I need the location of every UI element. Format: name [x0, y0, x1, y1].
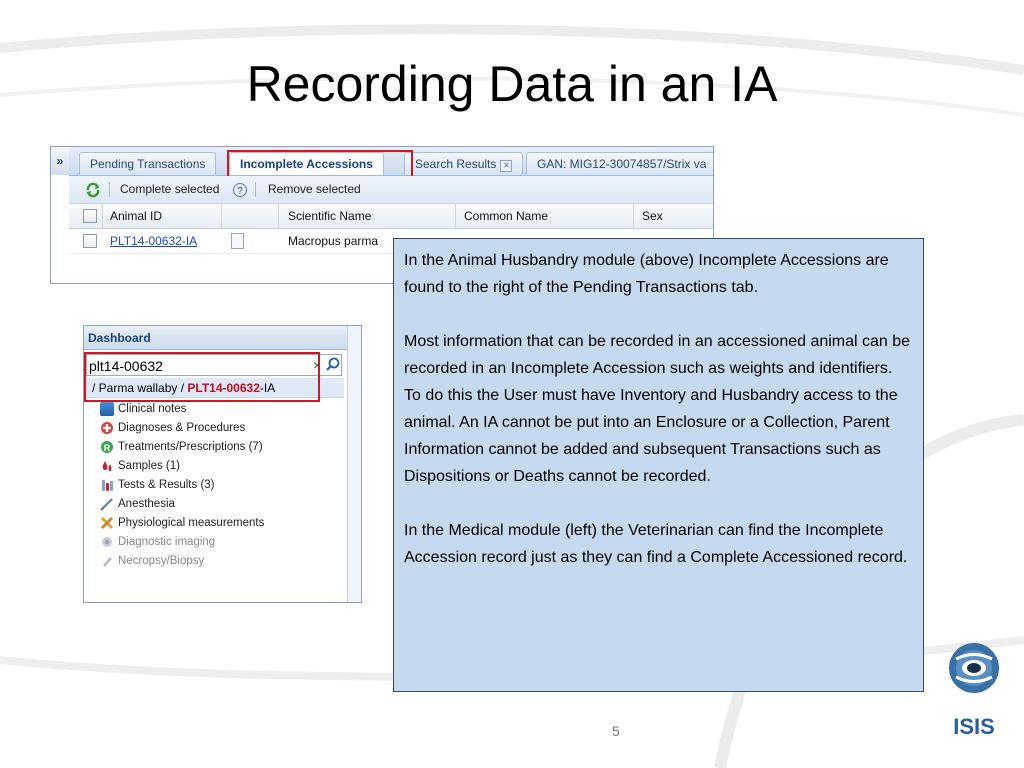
dashboard-side-pane — [347, 326, 361, 602]
column-header-sex[interactable]: Sex — [642, 204, 663, 228]
grid-header: Animal ID Scientific Name Common Name Se… — [69, 204, 713, 229]
medical-dashboard-panel: Dashboard plt14-00632 × / Parma wallaby … — [83, 325, 362, 603]
diagnoses-icon — [101, 422, 113, 434]
menu-item-label: Clinical notes — [118, 403, 187, 415]
tab-gan-record[interactable]: GAN: MIG12-30074857/Strix va — [526, 152, 713, 175]
prescription-icon: R — [101, 441, 113, 453]
menu-item-label: Necropsy/Biopsy — [118, 555, 205, 567]
close-tab-icon[interactable]: ✕ — [500, 160, 513, 172]
svg-text:R: R — [104, 443, 111, 453]
column-separator — [102, 204, 103, 228]
imaging-icon — [102, 537, 112, 547]
explanation-textbox: In the Animal Husbandry module (above) I… — [393, 238, 924, 692]
menu-item-samples[interactable]: Samples (1) — [102, 457, 180, 476]
help-icon[interactable]: ? — [232, 182, 248, 198]
menu-item-physiological[interactable]: Physiological measurements — [100, 514, 265, 533]
tab-label: Pending Transactions — [90, 157, 206, 171]
toolbar-separator — [109, 182, 110, 197]
scientific-name-cell: Macropus parma — [288, 234, 379, 248]
menu-item-diagnoses[interactable]: Diagnoses & Procedures — [101, 419, 246, 438]
search-icon[interactable] — [324, 356, 342, 374]
column-header-animal-id[interactable]: Animal ID — [110, 204, 162, 228]
note-paragraph-2: Most information that can be recorded in… — [404, 333, 911, 485]
menu-item-label: Diagnoses & Procedures — [118, 422, 246, 434]
tab-pending-transactions[interactable]: Pending Transactions — [79, 152, 217, 175]
refresh-icon[interactable] — [85, 182, 101, 198]
document-icon[interactable] — [231, 233, 244, 249]
row-checkbox[interactable] — [83, 234, 97, 248]
menu-item-label: Treatments/Prescriptions (7) — [118, 441, 263, 453]
menu-item-treatments[interactable]: R Treatments/Prescriptions (7) — [101, 438, 263, 457]
complete-selected-button[interactable]: Complete selected — [120, 176, 219, 203]
note-paragraph-1: In the Animal Husbandry module (above) I… — [404, 252, 889, 296]
menu-item-label: Samples (1) — [118, 460, 180, 472]
logo-text: ISIS — [953, 714, 995, 739]
column-separator — [455, 204, 456, 228]
column-separator — [221, 204, 222, 228]
menu-item-label: Tests & Results (3) — [118, 479, 215, 491]
tab-label: GAN: MIG12-30074857/Strix va — [537, 157, 707, 171]
necropsy-icon — [103, 557, 112, 567]
menu-item-necropsy[interactable]: Necropsy/Biopsy — [103, 552, 205, 571]
slide-title: Recording Data in an IA — [246, 56, 778, 112]
animal-id-link[interactable]: PLT14-00632-IA — [110, 229, 197, 253]
measurements-icon — [100, 516, 114, 530]
menu-item-label: Physiological measurements — [118, 517, 265, 529]
syringe-icon — [100, 498, 113, 511]
svg-text:?: ? — [237, 186, 243, 197]
menu-item-tests-results[interactable]: Tests & Results (3) — [102, 476, 215, 495]
select-all-checkbox[interactable] — [83, 209, 97, 223]
tab-label: Search Results — [415, 157, 497, 171]
clinical-notes-icon — [100, 402, 114, 416]
column-separator — [278, 204, 279, 228]
expand-panel-button[interactable]: » — [51, 147, 70, 175]
menu-item-anesthesia[interactable]: Anesthesia — [100, 495, 175, 514]
toolbar: Complete selected ? Remove selected — [69, 176, 713, 204]
dashboard-title: Dashboard — [84, 326, 347, 350]
column-header-common-name[interactable]: Common Name — [464, 204, 548, 228]
menu-item-diagnostic-imaging[interactable]: Diagnostic imaging — [102, 533, 216, 552]
page-number: 5 — [612, 723, 620, 739]
column-separator — [633, 204, 634, 228]
tests-icon — [102, 480, 113, 491]
tab-search-results[interactable]: Search Results ✕ — [404, 152, 524, 175]
samples-icon — [102, 461, 112, 471]
column-header-scientific-name[interactable]: Scientific Name — [288, 204, 371, 228]
menu-item-clinical-notes[interactable]: Clinical notes — [100, 400, 187, 419]
remove-selected-button[interactable]: Remove selected — [268, 176, 361, 203]
menu-item-label: Anesthesia — [118, 498, 175, 510]
isis-logo: ISIS — [949, 643, 999, 739]
highlight-search-result — [84, 352, 320, 402]
menu-item-label: Diagnostic imaging — [118, 536, 216, 548]
note-paragraph-3: In the Medical module (left) the Veterin… — [404, 522, 908, 566]
toolbar-separator — [255, 182, 256, 197]
